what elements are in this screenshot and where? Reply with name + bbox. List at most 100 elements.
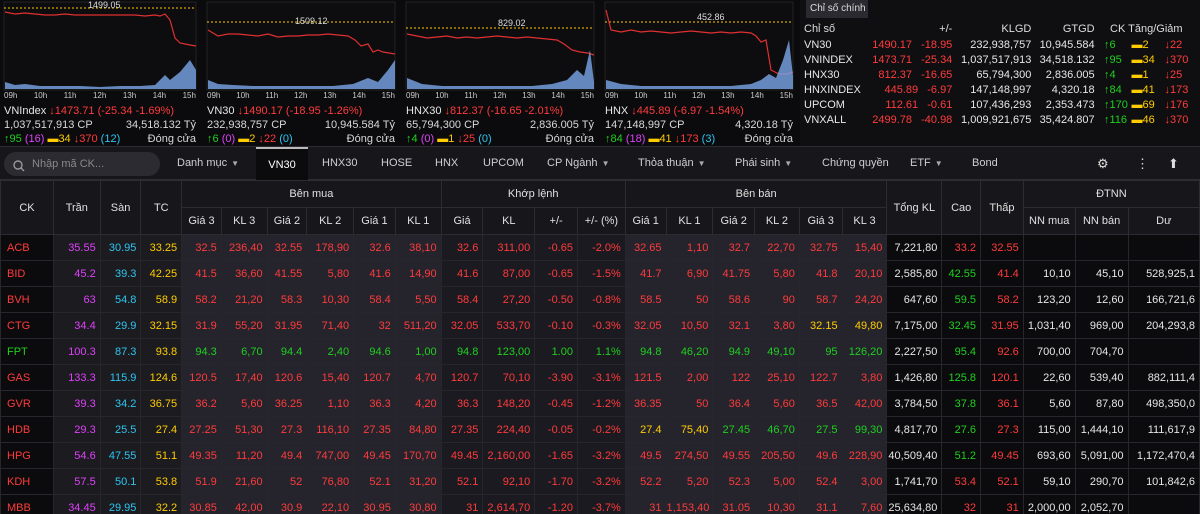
col-cao[interactable]: Cao: [941, 180, 982, 235]
col-sub-header[interactable]: KL 1: [665, 207, 714, 235]
col-sub-header[interactable]: NN bán: [1074, 207, 1129, 235]
tab-phai-sinh[interactable]: Phái sinh ▼: [735, 147, 792, 180]
stock-symbol[interactable]: CTG: [0, 312, 54, 339]
table-cell: 30.95: [99, 234, 142, 261]
col-tong-kl[interactable]: Tổng KL: [886, 180, 943, 235]
tab-hose[interactable]: HOSE: [381, 147, 412, 180]
col-tc[interactable]: TC: [140, 180, 183, 235]
table-cell: 94.8: [440, 338, 484, 365]
table-cell: 58.9: [140, 286, 183, 313]
tab-hnx[interactable]: HNX: [435, 147, 458, 180]
summary-row[interactable]: VN30 1490.17 -18.95 232,938,757 10,945.584 ↑…: [800, 37, 1198, 52]
col-san[interactable]: Sàn: [99, 180, 142, 235]
gear-icon[interactable]: ⚙: [1097, 156, 1109, 172]
tab-etf[interactable]: ETF ▼: [910, 147, 943, 180]
col-sub-header[interactable]: +/- (%): [576, 207, 626, 235]
col-sub-header[interactable]: KL 2: [754, 207, 800, 235]
stock-symbol[interactable]: BID: [0, 260, 54, 287]
table-cell: 120.5: [181, 364, 222, 391]
stock-symbol[interactable]: KDH: [0, 468, 54, 495]
table-cell: [1022, 234, 1076, 261]
col-tran[interactable]: Trần: [52, 180, 101, 235]
tab-bond[interactable]: Bond: [972, 147, 998, 180]
table-cell: 53.8: [140, 468, 183, 495]
col-sub-header[interactable]: Giá 1: [624, 207, 667, 235]
tab-vn30[interactable]: VN30: [256, 147, 308, 180]
table-cell: 92,10: [482, 468, 536, 495]
table-row[interactable]: MBB 34.45 29.95 32.2 30.85 42,00 30.9 22,10 30.9…: [0, 494, 1200, 514]
summary-row[interactable]: HNXINDEX 445.89 -6.97 147,148,997 4,320.18 ↑…: [800, 82, 1198, 97]
tab-upcom[interactable]: UPCOM: [483, 147, 524, 180]
stock-search-input[interactable]: Nhập mã CK...: [4, 152, 160, 176]
col-sub-header[interactable]: KL: [482, 207, 536, 235]
table-row[interactable]: HPG 54.6 47.55 51.1 49.35 11,20 49.4 747,00 49.4…: [0, 442, 1200, 469]
index-value: 1473.71 -25.34: [872, 53, 953, 66]
col-sub-header[interactable]: Giá 3: [181, 207, 222, 235]
stock-symbol[interactable]: FPT: [0, 338, 54, 365]
table-row[interactable]: BVH 63 54.8 58.9 58.2 21,20 58.3 10,30 58.4 5,50 5…: [0, 286, 1200, 313]
chart-vnindex[interactable]: 1499.05 09h 10h 11h 12h 13h 14h 15h VNIndex ↓1…: [0, 0, 200, 146]
table-row[interactable]: ACB 35.55 30.95 33.25 32.5 236,40 32.55 178,90 3…: [0, 234, 1200, 261]
summary-row[interactable]: UPCOM 112.61 -0.61 107,436,293 2,353.473 ↑17…: [800, 97, 1198, 112]
table-row[interactable]: HDB 29.3 25.5 27.4 27.25 51,30 27.3 116,10 27.35…: [0, 416, 1200, 443]
stock-symbol[interactable]: BVH: [0, 286, 54, 313]
col-sub-header[interactable]: Giá 3: [798, 207, 843, 235]
summary-row[interactable]: VNXALL 2499.78 -40.98 1,009,921,675 35,424.…: [800, 112, 1198, 127]
col-sub-header[interactable]: KL 1: [394, 207, 442, 235]
table-cell: 101,842,6: [1127, 468, 1200, 495]
table-cell: 46,70: [754, 416, 800, 443]
table-cell: 5,60: [220, 390, 268, 417]
table-cell: 10,30: [754, 494, 800, 514]
col-sub-header[interactable]: Giá 1: [353, 207, 396, 235]
table-cell: [1127, 234, 1200, 261]
table-row[interactable]: GAS 133.3 115.9 124.6 120.5 17,40 120.6 15,40 12…: [0, 364, 1200, 391]
table-cell: 700,00: [1022, 338, 1076, 365]
tab-cp-nganh[interactable]: CP Ngành ▼: [547, 147, 609, 180]
stock-symbol[interactable]: MBB: [0, 494, 54, 514]
table-row[interactable]: KDH 57.5 50.1 53.8 51.9 21,60 52 76,80 52.1 31,20…: [0, 468, 1200, 495]
table-cell: 1.00: [534, 338, 578, 365]
col-sub-header[interactable]: Dư: [1127, 207, 1200, 235]
col-sub-header[interactable]: Giá: [440, 207, 484, 235]
table-cell: -0.8%: [576, 286, 626, 313]
col-sub-header[interactable]: Giá 2: [712, 207, 756, 235]
col-ck[interactable]: CK: [0, 180, 54, 235]
col-thap[interactable]: Thấp: [980, 180, 1024, 235]
tab-thoa-thuan[interactable]: Thỏa thuận ▼: [638, 147, 706, 180]
table-cell: 32.45: [941, 312, 982, 339]
table-row[interactable]: GVR 39.3 34.2 36.75 36.2 5,60 36.25 1,10 36.3 4,2…: [0, 390, 1200, 417]
summary-row[interactable]: VNINDEX 1473.71 -25.34 1,037,517,913 34,518…: [800, 52, 1198, 67]
table-cell: 3,00: [841, 468, 888, 495]
stock-symbol[interactable]: GAS: [0, 364, 54, 391]
chart-hnx[interactable]: 452.86 09h 10h 11h 12h 13h 14h 15h HNX ↓445.89…: [601, 0, 797, 146]
stock-symbol[interactable]: GVR: [0, 390, 54, 417]
summary-row[interactable]: HNX30 812.37 -16.65 65,794,300 2,836.005 ↑4 ▬…: [800, 67, 1198, 82]
table-cell: 100.3: [52, 338, 101, 365]
table-cell: 11,20: [220, 442, 268, 469]
table-cell: 115,00: [1022, 416, 1076, 443]
stock-symbol[interactable]: ACB: [0, 234, 54, 261]
arrow-up-icon[interactable]: ⬆: [1168, 156, 1179, 172]
tab-chung-quyen[interactable]: Chứng quyền: [822, 147, 889, 180]
stock-symbol[interactable]: HDB: [0, 416, 54, 443]
stock-symbol[interactable]: HPG: [0, 442, 54, 469]
table-cell: 124.6: [140, 364, 183, 391]
tab-hnx30[interactable]: HNX30: [322, 147, 357, 180]
col-sub-header[interactable]: KL 3: [220, 207, 268, 235]
table-cell: 21,20: [220, 286, 268, 313]
table-cell: 50: [665, 286, 714, 313]
col-sub-header[interactable]: NN mua: [1022, 207, 1076, 235]
table-row[interactable]: BID 45.2 39.3 42.25 41.5 36,60 41.55 5,80 41.6 14…: [0, 260, 1200, 287]
chart-hnx30[interactable]: 829.02 09h 10h 11h 12h 13h 14h 15h HNX30 ↓812.…: [402, 0, 598, 146]
col-sub-header[interactable]: Giá 2: [266, 207, 308, 235]
col-sub-header[interactable]: KL 3: [841, 207, 888, 235]
chart-vn30[interactable]: 1509.12 09h 10h 11h 12h 13h 14h 15h VN30 ↓1490…: [203, 0, 399, 146]
col-sub-header[interactable]: KL 2: [306, 207, 355, 235]
tab-danh-muc[interactable]: Danh mục ▼: [177, 147, 239, 180]
table-row[interactable]: CTG 34.4 29.9 32.15 31.9 55,20 31.95 71,40 32 511…: [0, 312, 1200, 339]
table-row[interactable]: FPT 100.3 87.3 93.8 94.3 6,70 94.4 2,40 94.6 1,00…: [0, 338, 1200, 365]
group-dtnn: ĐTNN: [1022, 180, 1200, 208]
col-sub-header[interactable]: +/-: [534, 207, 578, 235]
more-vertical-icon[interactable]: ⋮: [1136, 156, 1149, 172]
summary-table: Chỉ số +/- KLGD GTGD CK Tăng/Giảm VN30 14…: [800, 20, 1198, 127]
